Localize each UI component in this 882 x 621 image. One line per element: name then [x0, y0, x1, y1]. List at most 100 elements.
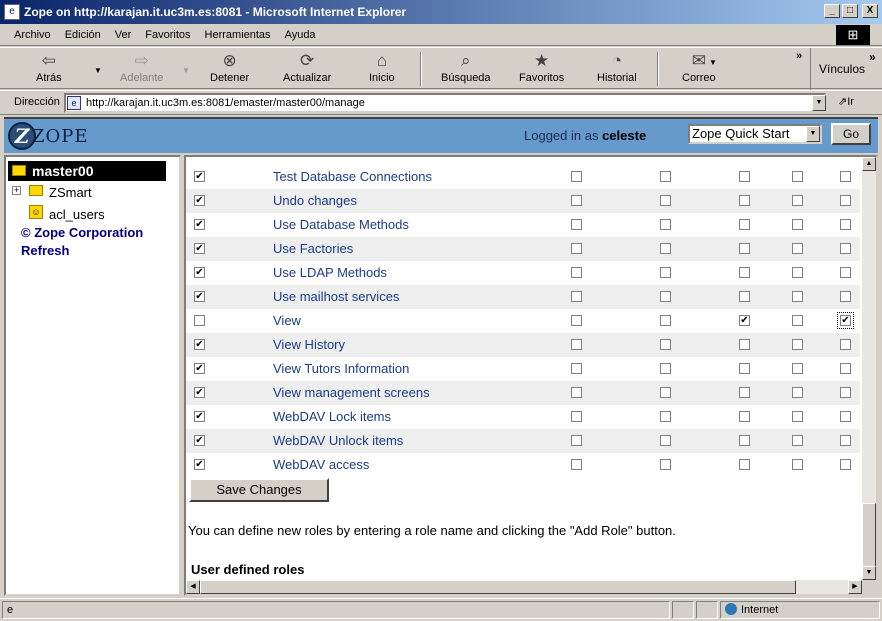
- role-checkbox[interactable]: [660, 243, 671, 254]
- role-checkbox[interactable]: [739, 435, 750, 446]
- role-checkbox[interactable]: [739, 195, 750, 206]
- menu-archivo[interactable]: Archivo: [14, 29, 51, 41]
- role-checkbox[interactable]: [840, 411, 851, 422]
- permission-name-link[interactable]: Use Factories: [273, 241, 353, 256]
- role-checkbox[interactable]: [792, 195, 803, 206]
- role-checkbox[interactable]: [739, 171, 750, 182]
- role-checkbox[interactable]: [840, 219, 851, 230]
- role-checkbox[interactable]: [739, 387, 750, 398]
- role-checkbox[interactable]: [660, 435, 671, 446]
- forward-button[interactable]: ⇨ Adelante: [120, 50, 163, 84]
- role-checkbox[interactable]: [792, 459, 803, 470]
- go-button[interactable]: ⇗Ir: [838, 95, 854, 108]
- maximize-button[interactable]: □: [842, 4, 858, 18]
- zope-logo[interactable]: Z ZOPE: [8, 122, 89, 150]
- history-button[interactable]: ◔ Historial: [597, 50, 637, 84]
- zope-corporation-link[interactable]: © Zope Corporation: [21, 225, 143, 240]
- toolbar-chevron-icon[interactable]: »: [796, 50, 802, 62]
- role-checkbox[interactable]: [840, 195, 851, 206]
- role-checkbox[interactable]: [571, 171, 582, 182]
- forward-dropdown-icon[interactable]: ▼: [182, 66, 190, 75]
- role-checkbox[interactable]: [739, 291, 750, 302]
- role-checkbox[interactable]: [739, 267, 750, 278]
- role-checkbox[interactable]: [571, 387, 582, 398]
- acquire-checkbox[interactable]: [194, 219, 205, 230]
- acquire-checkbox[interactable]: [194, 267, 205, 278]
- mail-dropdown-icon[interactable]: ▼: [709, 58, 717, 67]
- permission-name-link[interactable]: View Tutors Information: [273, 361, 409, 376]
- permission-name-link[interactable]: Undo changes: [273, 193, 357, 208]
- chevron-down-icon[interactable]: ▼: [806, 126, 820, 142]
- role-checkbox[interactable]: [660, 339, 671, 350]
- role-checkbox[interactable]: [840, 387, 851, 398]
- acquire-checkbox[interactable]: [194, 243, 205, 254]
- role-checkbox[interactable]: [739, 315, 750, 326]
- address-dropdown-icon[interactable]: ▼: [812, 95, 826, 111]
- quick-start-go-button[interactable]: Go: [831, 123, 871, 145]
- horizontal-scrollbar[interactable]: ◀ ▶: [186, 580, 862, 594]
- role-checkbox[interactable]: [840, 363, 851, 374]
- role-checkbox[interactable]: [792, 243, 803, 254]
- role-checkbox[interactable]: [792, 171, 803, 182]
- role-checkbox[interactable]: [660, 267, 671, 278]
- role-checkbox[interactable]: [792, 435, 803, 446]
- role-checkbox[interactable]: [660, 459, 671, 470]
- role-checkbox[interactable]: [660, 195, 671, 206]
- minimize-button[interactable]: _: [824, 4, 840, 18]
- role-checkbox[interactable]: [571, 315, 582, 326]
- scroll-down-icon[interactable]: ▼: [862, 566, 876, 580]
- role-checkbox[interactable]: [739, 219, 750, 230]
- links-chevron-icon[interactable]: »: [869, 50, 876, 64]
- expand-icon[interactable]: +: [12, 186, 21, 195]
- role-checkbox[interactable]: [739, 243, 750, 254]
- role-checkbox[interactable]: [660, 315, 671, 326]
- permission-name-link[interactable]: View management screens: [273, 385, 430, 400]
- role-checkbox[interactable]: [571, 411, 582, 422]
- close-button[interactable]: X: [862, 4, 878, 18]
- refresh-button[interactable]: ⟳ Actualizar: [283, 50, 331, 84]
- role-checkbox[interactable]: [660, 171, 671, 182]
- acquire-checkbox[interactable]: [194, 195, 205, 206]
- role-checkbox[interactable]: [840, 459, 851, 470]
- role-checkbox[interactable]: [792, 219, 803, 230]
- role-checkbox[interactable]: [840, 171, 851, 182]
- role-checkbox[interactable]: [571, 291, 582, 302]
- scroll-right-icon[interactable]: ▶: [848, 580, 862, 594]
- back-button[interactable]: ⇦ Atrás: [36, 50, 62, 84]
- permission-name-link[interactable]: Use mailhost services: [273, 289, 399, 304]
- search-button[interactable]: ⌕ Búsqueda: [441, 50, 491, 84]
- role-checkbox[interactable]: [739, 411, 750, 422]
- acquire-checkbox[interactable]: [194, 171, 205, 182]
- role-checkbox[interactable]: [840, 291, 851, 302]
- role-checkbox[interactable]: [660, 411, 671, 422]
- role-checkbox[interactable]: [571, 363, 582, 374]
- role-checkbox[interactable]: [840, 243, 851, 254]
- role-checkbox[interactable]: [739, 339, 750, 350]
- home-button[interactable]: ⌂ Inicio: [369, 50, 395, 84]
- quick-start-select[interactable]: Zope Quick Start ▼: [688, 124, 822, 144]
- menu-ver[interactable]: Ver: [115, 29, 132, 41]
- horizontal-scroll-thumb[interactable]: [200, 580, 796, 594]
- save-changes-button[interactable]: Save Changes: [189, 478, 329, 502]
- role-checkbox[interactable]: [739, 363, 750, 374]
- role-checkbox[interactable]: [792, 411, 803, 422]
- role-checkbox[interactable]: [660, 387, 671, 398]
- permission-name-link[interactable]: View History: [273, 337, 345, 352]
- role-checkbox[interactable]: [571, 219, 582, 230]
- acquire-checkbox[interactable]: [194, 435, 205, 446]
- role-checkbox[interactable]: [792, 291, 803, 302]
- menu-herramientas[interactable]: Herramientas: [205, 29, 271, 41]
- role-checkbox[interactable]: [660, 291, 671, 302]
- role-checkbox[interactable]: [571, 435, 582, 446]
- permission-name-link[interactable]: Use LDAP Methods: [273, 265, 387, 280]
- links-bar[interactable]: Vínculos »: [810, 48, 882, 90]
- role-checkbox[interactable]: [792, 267, 803, 278]
- scroll-up-icon[interactable]: ▲: [862, 157, 876, 171]
- role-checkbox[interactable]: [792, 315, 803, 326]
- acquire-checkbox[interactable]: [194, 411, 205, 422]
- tree-root-master00[interactable]: master00: [8, 161, 166, 181]
- refresh-link[interactable]: Refresh: [21, 243, 69, 258]
- role-checkbox[interactable]: [840, 435, 851, 446]
- permission-name-link[interactable]: View: [273, 313, 301, 328]
- role-checkbox[interactable]: [571, 459, 582, 470]
